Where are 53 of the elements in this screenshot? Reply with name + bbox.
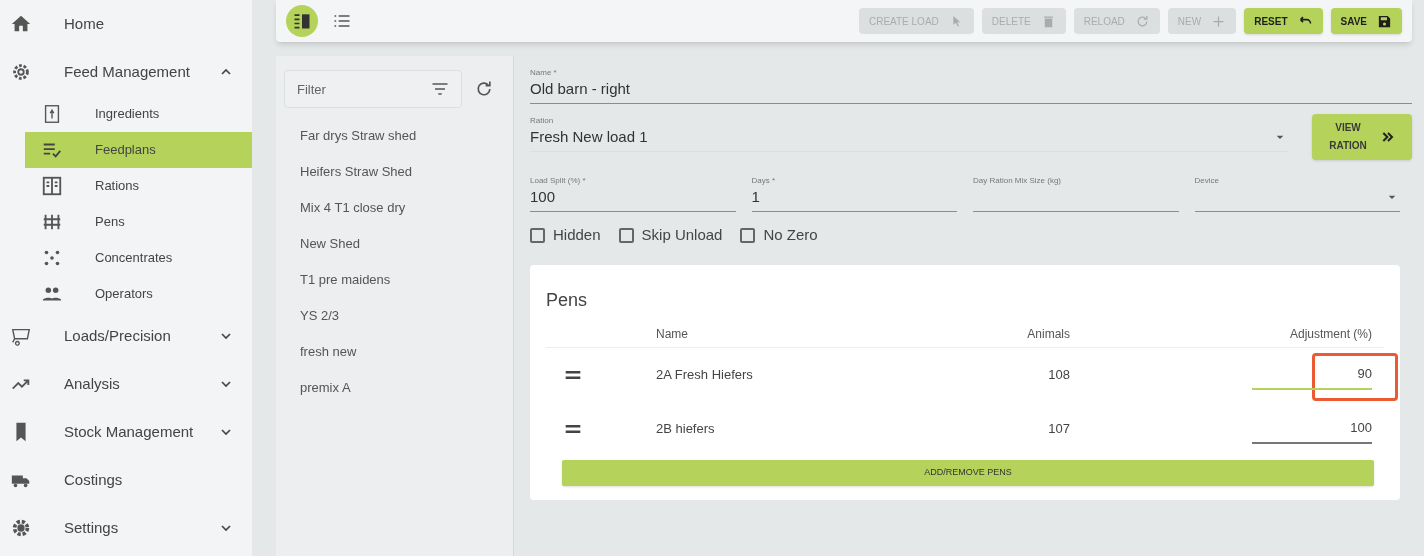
sidebar-item[interactable]: Stock Management <box>0 408 252 456</box>
sidebar-item[interactable]: Settings <box>0 504 252 552</box>
checkbox[interactable]: Hidden <box>530 224 601 247</box>
checkbox[interactable]: Skip Unload <box>618 224 723 247</box>
sidebar-item[interactable]: Analysis <box>0 360 252 408</box>
input-field[interactable]: Day Ration Mix Size (kg) <box>973 176 1179 212</box>
gear-icon <box>10 61 32 83</box>
dropdown-field[interactable]: Device <box>1194 176 1400 212</box>
view-ration-button[interactable]: VIEW RATION <box>1312 114 1412 160</box>
list-item[interactable]: YS 2/3 <box>284 298 505 334</box>
checkbox[interactable]: No Zero <box>740 224 818 247</box>
list-item[interactable]: fresh new <box>284 334 505 370</box>
toolbar-button[interactable]: SAVE <box>1330 8 1402 34</box>
column-header: Name <box>656 326 689 343</box>
sidebar-subitem[interactable]: Pens <box>25 204 252 240</box>
card-title: Pens <box>546 288 589 312</box>
table-cell-text: 107 <box>1047 419 1070 438</box>
sidebar-item[interactable]: Costings <box>0 456 252 504</box>
sidebar-item[interactable]: Feed Management <box>0 48 252 96</box>
add-remove-pens-button[interactable]: ADD/REMOVE PENS <box>562 459 1374 486</box>
filter-field[interactable]: Filter <box>284 70 462 108</box>
sidebar-subitem[interactable]: Concentrates <box>25 240 252 276</box>
reload-button[interactable] <box>474 79 494 99</box>
list-item[interactable]: Mix 4 T1 close dry <box>284 190 505 226</box>
toolbar-button[interactable]: RESET <box>1244 8 1323 34</box>
refresh-icon <box>474 79 494 99</box>
book-icon <box>41 175 63 197</box>
input-field[interactable]: Load Split (%) * 100 <box>530 176 736 212</box>
input-field[interactable]: Name * Old barn - right <box>530 68 1412 104</box>
list-item[interactable]: New Shed <box>284 226 505 262</box>
settings-icon <box>10 517 32 539</box>
column-header: Adjustment (%) <box>1288 326 1373 343</box>
sidebar-subitem[interactable]: Ingredients <box>25 96 252 132</box>
input-field[interactable]: 100 <box>1252 413 1372 444</box>
sidebar-subitem[interactable]: Operators <box>25 276 252 312</box>
split-view-icon <box>292 11 312 31</box>
table-cell-text: 108 <box>1047 365 1070 384</box>
list-item[interactable]: T1 pre maidens <box>284 262 505 298</box>
table-cell-text: 2A Fresh Hiefers <box>656 365 754 384</box>
view-toggle-button[interactable] <box>286 5 318 37</box>
save-icon <box>1377 13 1392 29</box>
input-field[interactable]: 90 <box>1252 359 1372 390</box>
sidebar-item[interactable]: Loads/Precision <box>0 312 252 360</box>
input-field[interactable]: Days * 1 <box>751 176 957 212</box>
list-item[interactable]: premix A <box>284 370 505 406</box>
list-item[interactable]: Far drys Straw shed <box>284 118 505 154</box>
sidebar-subitem[interactable]: Feedplans <box>25 132 252 168</box>
table-cell-text: 2B hiefers <box>656 419 716 438</box>
sidebar-subitem[interactable]: Rations <box>25 168 252 204</box>
sidebar-item[interactable]: Home <box>0 0 252 48</box>
dropdown-field[interactable]: Ration Fresh New load 1 <box>530 116 1288 152</box>
list-item[interactable]: Heifers Straw Shed <box>284 154 505 190</box>
column-header: Animals <box>1026 326 1070 343</box>
